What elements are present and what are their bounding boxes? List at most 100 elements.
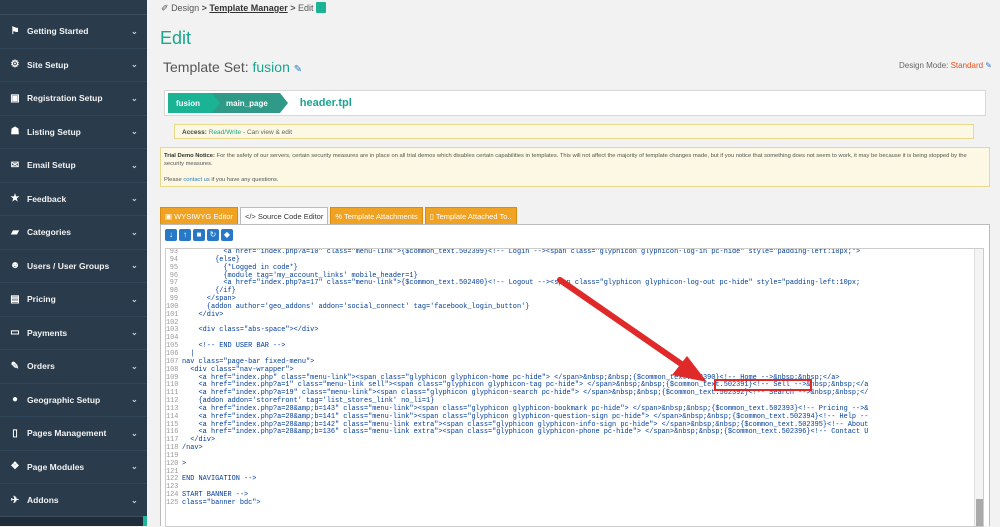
path-segment-folder[interactable]: main_page xyxy=(212,93,288,113)
chevron-down-icon[interactable]: ⌄ xyxy=(131,60,147,69)
highlight-box xyxy=(714,379,812,391)
path-segment-set[interactable]: fusion xyxy=(168,93,220,113)
breadcrumb-separator: > xyxy=(201,3,207,13)
sidebar-item-label: Registration Setup xyxy=(27,93,103,104)
users-icon: ☻ xyxy=(9,260,21,272)
pencil-icon[interactable]: ✎ xyxy=(294,64,302,75)
sidebar-item-label: Getting Started xyxy=(27,26,89,37)
sidebar-item-addons[interactable]: ✈ Addons ⌄ xyxy=(0,484,147,518)
sidebar-item-label: Users / User Groups xyxy=(27,260,110,271)
sidebar-item-page-modules[interactable]: ❖ Page Modules ⌄ xyxy=(0,451,147,484)
sidebar-item-orders[interactable]: ✎ Orders ⌄ xyxy=(0,350,147,384)
code-text: <div class="abs-space"></div> xyxy=(182,326,319,335)
chevron-down-icon[interactable]: ⌄ xyxy=(131,295,147,304)
chevron-down-icon[interactable]: ⌄ xyxy=(131,362,147,371)
pencil-icon[interactable]: ✎ xyxy=(985,61,992,70)
sidebar-item-pricing[interactable]: ▤ Pricing ⌄ xyxy=(0,283,147,317)
chevron-down-icon[interactable]: ⌄ xyxy=(131,161,147,170)
sidebar-item-feedback[interactable]: ★ Feedback ⌄ xyxy=(0,183,147,216)
sidebar-item-pages-management[interactable]: ▯ Pages Management ⌄ xyxy=(0,417,147,451)
notice-contact-post: if you have any questions. xyxy=(211,177,279,183)
chevron-down-icon[interactable]: ⌄ xyxy=(131,496,147,505)
chevron-down-icon[interactable]: ⌄ xyxy=(131,228,147,237)
line-number: 125 xyxy=(166,499,179,507)
sidebar-item-listing-setup[interactable]: ☗ Listing Setup ⌄ xyxy=(0,116,147,149)
star-icon: ★ xyxy=(10,193,20,205)
sidebar-item-email-setup[interactable]: ✉ Email Setup ⌄ xyxy=(0,149,147,183)
tab-label: WYSIWYG Editor xyxy=(174,212,233,221)
sidebar-item-geographic-setup[interactable]: ● Geographic Setup ⌄ xyxy=(0,384,147,417)
sidebar-item-label: Pricing xyxy=(27,294,56,305)
contact-us-link[interactable]: contact us xyxy=(183,177,209,183)
code-area[interactable]: 93 <a href="index.php?a=10" class="menu-… xyxy=(165,248,984,527)
code-line: 100 {addon author='geo_addons' addon='so… xyxy=(166,303,983,312)
path-file-name: header.tpl xyxy=(299,97,352,109)
breadcrumb-design[interactable]: Design xyxy=(171,3,199,13)
listing-icon: ☗ xyxy=(10,126,20,138)
sidebar-item-label: Page Modules xyxy=(27,461,85,472)
code-line: 125 class="banner bdc"> xyxy=(166,499,983,508)
refresh-icon[interactable]: ↻ xyxy=(207,229,219,241)
sidebar-item-users-user-groups[interactable]: ☻ Users / User Groups ⌄ xyxy=(0,250,147,283)
tag-icon[interactable]: ◆ xyxy=(221,229,233,241)
upload-icon[interactable]: ↑ xyxy=(179,229,191,241)
code-line: 117 </div> xyxy=(166,436,983,445)
edit-icon: ▣ xyxy=(165,212,175,221)
code-line: 103 <div class="abs-space"></div> xyxy=(166,327,983,335)
design-mode-label: Design Mode: xyxy=(899,61,949,70)
sidebar-item-label: Orders xyxy=(27,361,55,372)
modules-icon: ❖ xyxy=(10,461,20,473)
tab-label: % Template Attachments xyxy=(335,212,418,221)
design-mode-value[interactable]: Standard xyxy=(951,61,983,70)
code-line: 122 END NAVIGATION --> xyxy=(166,476,983,484)
scrollbar-thumb[interactable] xyxy=(976,499,983,526)
code-text: <a href="index.php?a=10" class="menu-lin… xyxy=(182,248,861,256)
access-description: - Can view & edit xyxy=(242,129,293,136)
notice-body: For the safety of our servers, certain s… xyxy=(164,153,967,167)
tab-wysiwyg-editor[interactable]: ▣ WYSIWYG Editor xyxy=(160,207,238,225)
code-text: </div> xyxy=(182,310,224,319)
code-scrollbar[interactable] xyxy=(974,249,983,526)
sidebar-item-label: Site Setup xyxy=(27,59,69,70)
chevron-down-icon[interactable]: ⌄ xyxy=(131,261,147,270)
notice-contact-pre: Please xyxy=(164,177,182,183)
design-mode: Design Mode: Standard ✎ xyxy=(899,61,992,70)
save-icon[interactable]: ■ xyxy=(193,229,205,241)
sidebar-item-label: Categories xyxy=(27,227,71,238)
edit-icon: ✎ xyxy=(10,360,20,372)
sidebar-item-site-setup[interactable]: ⚙ Site Setup ⌄ xyxy=(0,49,147,82)
trial-demo-notice: Trial Demo Notice: For the safety of our… xyxy=(160,147,990,187)
code-text: <!-- END USER BAR --> xyxy=(182,342,286,351)
addons-icon: ✈ xyxy=(10,494,20,506)
sidebar-item-payments[interactable]: ▭ Payments ⌄ xyxy=(0,317,147,350)
code-line: 120 > xyxy=(166,459,983,469)
sidebar-footer xyxy=(0,516,147,526)
download-icon[interactable]: ↓ xyxy=(165,229,177,241)
book-icon[interactable] xyxy=(316,2,327,13)
chevron-down-icon[interactable]: ⌄ xyxy=(131,462,147,471)
editor-tabs: ▣ WYSIWYG Editor </> Source Code Editor … xyxy=(160,207,519,225)
chevron-down-icon[interactable]: ⌄ xyxy=(131,194,147,203)
sidebar-item-getting-started[interactable]: ⚑ Getting Started ⌄ xyxy=(0,15,147,49)
sidebar-menu: ⚑ Getting Started ⌄ ⚙ Site Setup ⌄ ▣ Registrati… xyxy=(0,15,147,518)
code-line: 93 <a href="index.php?a=10" class="menu-… xyxy=(166,249,983,257)
sidebar-item-registration-setup[interactable]: ▣ Registration Setup ⌄ xyxy=(0,82,147,116)
code-line: 121 xyxy=(166,468,983,477)
sidebar-item-label: Email Setup xyxy=(27,160,76,171)
sidebar-item-label: Payments xyxy=(27,327,68,338)
tab-source-code-editor[interactable]: </> Source Code Editor xyxy=(239,207,329,225)
sidebar-item-categories[interactable]: ▰ Categories ⌄ xyxy=(0,216,147,250)
chevron-down-icon[interactable]: ⌄ xyxy=(131,127,147,136)
chevron-down-icon[interactable]: ⌄ xyxy=(131,94,147,103)
chevron-down-icon[interactable]: ⌄ xyxy=(131,27,147,36)
breadcrumb-template-manager[interactable]: Template Manager xyxy=(209,3,287,13)
code-line: 98 {/if} xyxy=(166,287,983,296)
tab-template-attachments[interactable]: % Template Attachments xyxy=(330,207,423,225)
code-line: 104 xyxy=(166,334,983,343)
code-text: > xyxy=(182,459,187,468)
tab-template-attached-to[interactable]: ▯ Template Attached To.. xyxy=(424,207,517,225)
chevron-down-icon[interactable]: ⌄ xyxy=(131,395,147,404)
sidebar-item-label: Pages Management xyxy=(27,428,107,439)
chevron-down-icon[interactable]: ⌄ xyxy=(131,429,147,438)
chevron-down-icon[interactable]: ⌄ xyxy=(131,328,147,337)
